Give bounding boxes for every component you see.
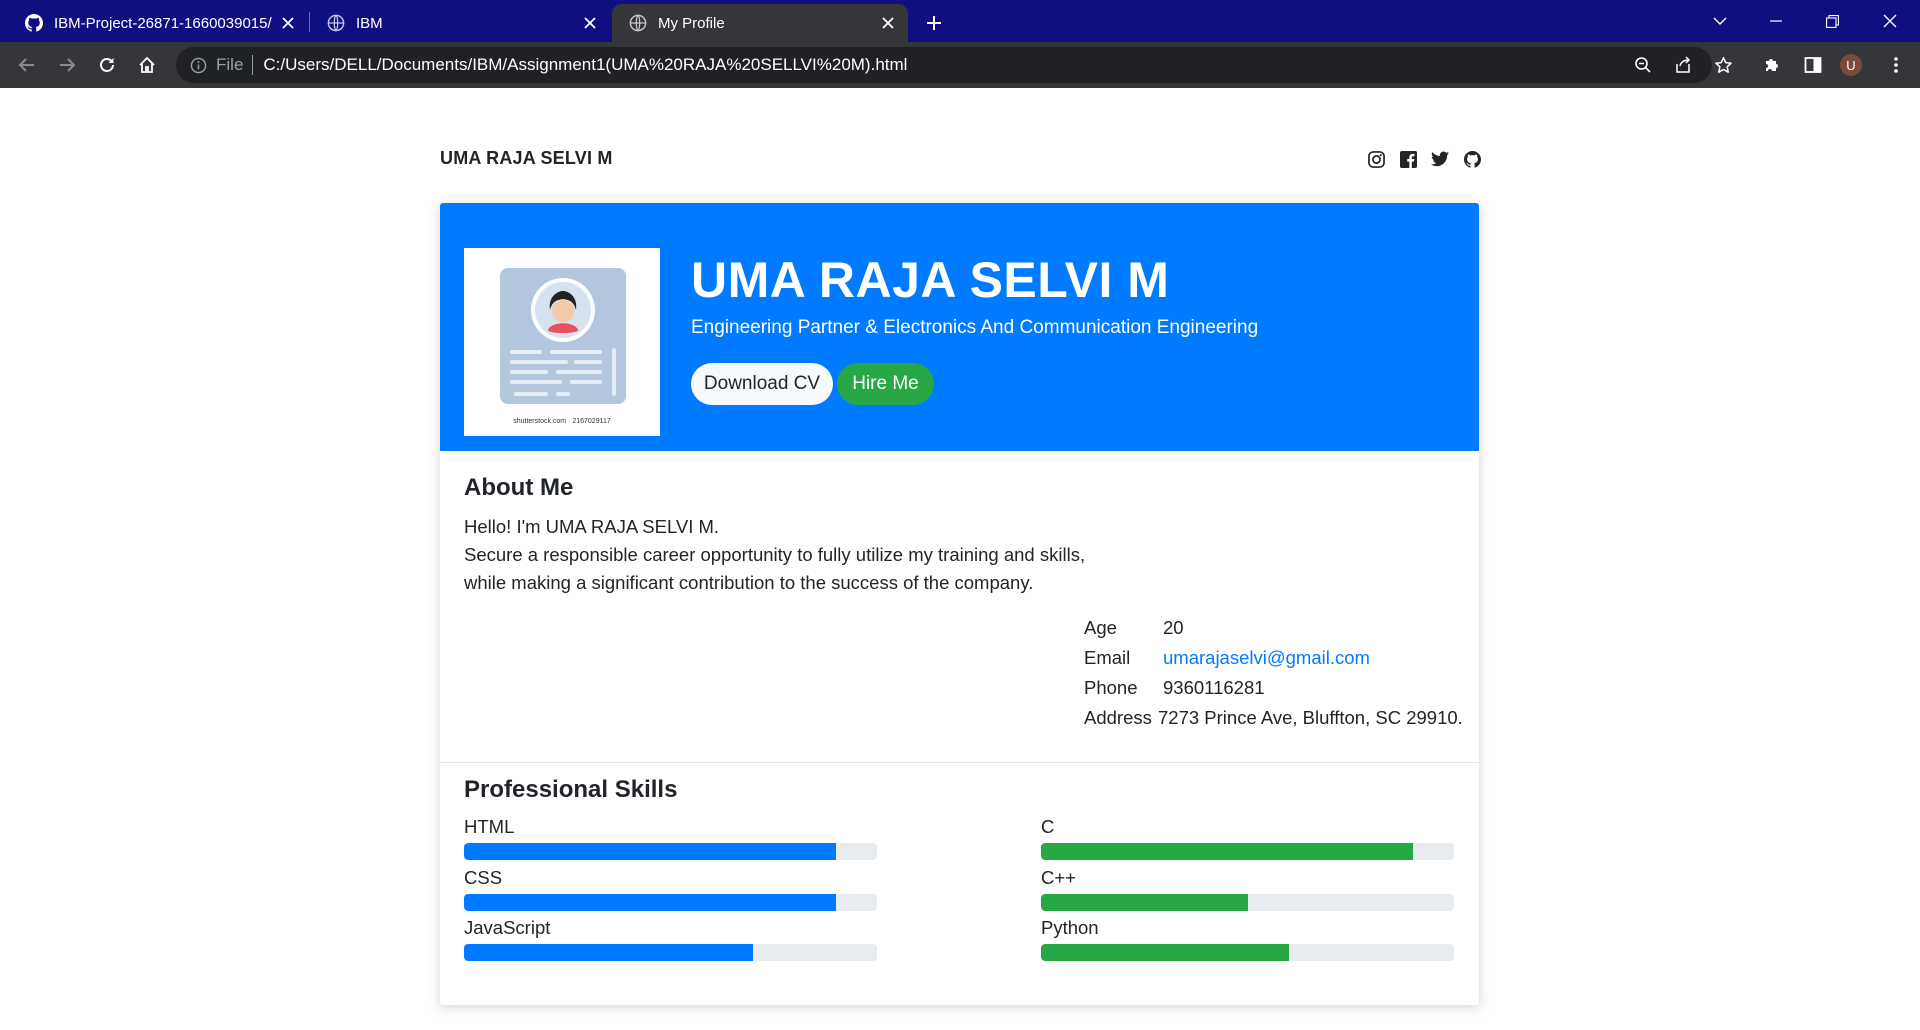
- kebab-menu-icon[interactable]: [1880, 49, 1912, 81]
- skill-python: Python: [1041, 916, 1454, 961]
- close-tab-icon[interactable]: [878, 13, 898, 33]
- skill-progress-track: [1041, 944, 1454, 961]
- photo-watermark-caption: shutterstock.com · 2167029117: [513, 418, 611, 425]
- forward-button[interactable]: [51, 49, 83, 81]
- tab-search-button[interactable]: [1692, 0, 1748, 42]
- skill-progress-fill: [1041, 894, 1248, 911]
- tab-ibm[interactable]: IBM: [310, 4, 610, 42]
- restore-button[interactable]: [1804, 0, 1860, 42]
- reload-button[interactable]: [91, 49, 123, 81]
- home-button[interactable]: [131, 49, 163, 81]
- browser-tab-strip: IBM-Project-26871-1660039015/ IBM My Pro…: [0, 0, 1920, 42]
- share-icon[interactable]: [1673, 55, 1693, 75]
- about-line: Hello! I'm UMA RAJA SELVI M.: [464, 516, 720, 537]
- skill-name: C: [1041, 816, 1055, 837]
- about-line: Secure a responsible career opportunity …: [464, 544, 1086, 565]
- skill-progress-track: [464, 843, 877, 860]
- github-icon: [24, 13, 44, 33]
- navbar-brand[interactable]: UMA RAJA SELVI M: [440, 148, 613, 169]
- skill-name: HTML: [464, 816, 515, 837]
- skill-name: C++: [1041, 867, 1076, 888]
- skill-html: HTML: [464, 815, 877, 860]
- skill-progress-fill: [464, 843, 836, 860]
- profile-avatar[interactable]: U: [1840, 54, 1862, 76]
- skill-progress-track: [1041, 843, 1454, 860]
- skill-progress-track: [464, 894, 877, 911]
- url-separator: [252, 55, 254, 75]
- email-link[interactable]: umarajaselvi@gmail.com: [1163, 647, 1370, 669]
- skill-progress-track: [464, 944, 877, 961]
- info-value: 20: [1163, 617, 1184, 638]
- url-scheme-label: File: [216, 55, 244, 74]
- info-icon[interactable]: [188, 55, 208, 75]
- info-value: 9360116281: [1163, 677, 1265, 698]
- skill-progress-fill: [464, 944, 754, 961]
- about-line: while making a significant contribution …: [464, 572, 1034, 593]
- skill-progress-track: [1041, 894, 1454, 911]
- tab-my-profile[interactable]: My Profile: [612, 4, 908, 42]
- url-text: C:/Users/DELL/Documents/IBM/Assignment1(…: [263, 55, 908, 74]
- skill-progress-fill: [1041, 944, 1289, 961]
- profile-photo: shutterstock.com · 2167029117: [464, 248, 660, 436]
- info-key: Age: [1084, 617, 1117, 638]
- facebook-icon[interactable]: [1398, 149, 1418, 169]
- tab-title: IBM: [356, 14, 383, 32]
- info-key: Phone: [1084, 677, 1138, 698]
- browser-toolbar: File C:/Users/DELL/Documents/IBM/Assignm…: [0, 42, 1920, 88]
- skill-name: Python: [1041, 917, 1099, 938]
- tab-title: IBM-Project-26871-1660039015/: [54, 14, 272, 32]
- professional-skills-heading: Professional Skills: [464, 776, 678, 803]
- address-bar[interactable]: File C:/Users/DELL/Documents/IBM/Assignm…: [176, 47, 1712, 83]
- back-button[interactable]: [11, 49, 43, 81]
- github-icon[interactable]: [1462, 149, 1482, 169]
- profile-subtitle: Engineering Partner & Electronics And Co…: [691, 317, 1259, 338]
- bookmark-star-icon[interactable]: [1707, 49, 1739, 81]
- close-tab-icon[interactable]: [278, 13, 298, 33]
- skill-name: CSS: [464, 867, 503, 888]
- skill-name: JavaScript: [464, 917, 551, 938]
- info-value: 7273 Prince Ave, Bluffton, SC 29910.: [1158, 707, 1463, 728]
- instagram-icon[interactable]: [1366, 149, 1386, 169]
- profile-placeholder-illustration: [500, 268, 626, 404]
- new-tab-button[interactable]: [920, 9, 948, 37]
- info-key: Address: [1084, 707, 1152, 728]
- twitter-icon[interactable]: [1430, 149, 1450, 169]
- tab-ibm-project[interactable]: IBM-Project-26871-1660039015/: [8, 4, 308, 42]
- globe-icon: [326, 13, 346, 33]
- extensions-puzzle-icon[interactable]: [1756, 49, 1788, 81]
- download-cv-button[interactable]: Download CV: [691, 363, 833, 405]
- globe-icon: [628, 13, 648, 33]
- side-panel-icon[interactable]: [1797, 49, 1829, 81]
- skill-progress-fill: [464, 894, 836, 911]
- skill-javascript: JavaScript: [464, 916, 877, 961]
- skill-cpp: C++: [1041, 866, 1454, 911]
- profile-header: shutterstock.com · 2167029117 UMA RAJA S…: [440, 203, 1479, 451]
- close-window-button[interactable]: [1862, 0, 1918, 42]
- tab-title: My Profile: [658, 14, 725, 32]
- info-key: Email: [1084, 647, 1131, 668]
- skill-css: CSS: [464, 866, 877, 911]
- zoom-icon[interactable]: [1633, 55, 1653, 75]
- profile-card: shutterstock.com · 2167029117 UMA RAJA S…: [440, 203, 1479, 1005]
- skill-progress-fill: [1041, 843, 1413, 860]
- hire-me-button[interactable]: Hire Me: [837, 363, 934, 405]
- about-me-text: Hello! I'm UMA RAJA SELVI M. Secure a re…: [464, 513, 1085, 597]
- profile-name-heading: UMA RAJA SELVI M: [691, 252, 1170, 308]
- section-divider: [440, 762, 1479, 763]
- close-tab-icon[interactable]: [580, 13, 600, 33]
- skill-c: C: [1041, 815, 1454, 860]
- page-viewport: UMA RAJA SELVI M shutterstock.com · 2167…: [0, 88, 1920, 1030]
- about-me-heading: About Me: [464, 474, 574, 501]
- minimize-button[interactable]: [1748, 0, 1804, 42]
